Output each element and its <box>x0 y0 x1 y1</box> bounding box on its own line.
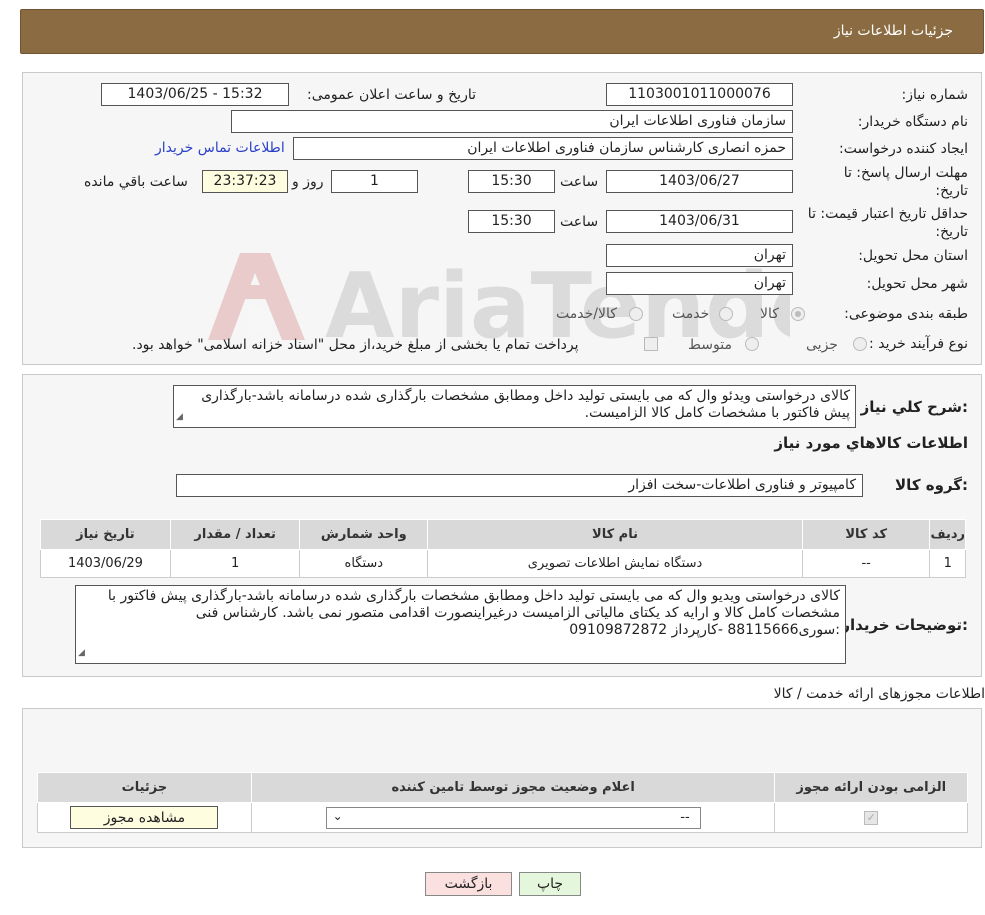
process-medium-label: متوسط <box>688 337 732 353</box>
permit-status-value: -- <box>680 809 690 825</box>
category-goods-radio[interactable] <box>791 307 805 321</box>
table-row: ✓ -- ⌄ مشاهده مجوز <box>37 802 968 833</box>
days-label: روز و <box>292 174 324 190</box>
requester-label: ایجاد کننده درخواست: <box>839 141 968 157</box>
deadline-date-label: تاریخ: <box>935 183 968 199</box>
process-minor-label: جزیی <box>806 337 838 353</box>
col-quantity: تعداد / مقدار <box>169 519 301 550</box>
resize-grip-icon[interactable]: ◢ <box>176 409 183 426</box>
chevron-down-icon: ⌄ <box>332 808 343 823</box>
category-service-label: خدمت <box>672 306 710 322</box>
page-title: جزئیات اطلاعات نیاز <box>833 23 953 39</box>
validity-date-field: 1403/06/31 <box>606 210 793 233</box>
cell-quantity: 1 <box>169 549 301 578</box>
page-header: جزئیات اطلاعات نیاز <box>20 9 984 54</box>
cell-permit-required: ✓ <box>774 802 968 833</box>
view-permit-button[interactable]: مشاهده مجوز <box>70 806 219 829</box>
resize-grip-icon[interactable]: ◢ <box>78 645 85 662</box>
col-unit: واحد شمارش <box>299 519 429 550</box>
goods-info-title: اطلاعات کالاهاي مورد نياز <box>774 434 968 452</box>
province-field: تهران <box>606 244 793 267</box>
buyer-notes-text: کالای درخواستی ویدیو وال که می بایستی تو… <box>107 588 840 638</box>
description-text: کالای درخواستی ویدئو وال که می بایستی تو… <box>201 388 850 421</box>
announce-label: تاریخ و ساعت اعلان عمومی: <box>307 87 476 103</box>
col-code: کد کالا <box>801 519 931 550</box>
city-field: تهران <box>606 272 793 295</box>
buyer-org-label: نام دستگاه خریدار: <box>857 114 968 130</box>
goods-table: رديف کد کالا نام کالا واحد شمارش تعداد /… <box>40 519 966 578</box>
col-permit-status: اعلام وضعیت مجوز توسط تامین کننده <box>250 772 776 803</box>
table-row: 1 -- دستگاه نمایش اطلاعات تصویری دستگاه … <box>40 549 966 578</box>
cell-permit-details: مشاهده مجوز <box>37 802 252 833</box>
payment-note: پرداخت تمام یا بخشی از مبلغ خرید،از محل … <box>132 337 579 353</box>
category-goods-label: کالا <box>760 306 779 322</box>
deadline-time-label: ساعت <box>560 174 599 190</box>
back-button[interactable]: بازگشت <box>425 872 512 896</box>
cell-code: -- <box>801 549 931 578</box>
cell-permit-status: -- ⌄ <box>250 802 776 833</box>
announce-field: 1403/06/25 - 15:32 <box>101 83 289 106</box>
description-label: شرح کلي نياز: <box>860 398 968 416</box>
city-label: شهر محل تحویل: <box>866 276 968 292</box>
buyer-org-field: سازمان فناوری اطلاعات ایران <box>231 110 793 133</box>
category-goods-service-radio[interactable] <box>629 307 643 321</box>
buyer-contact-link[interactable]: اطلاعات تماس خریدار <box>155 140 285 156</box>
validity-label: حداقل تاریخ اعتبار قیمت: تا <box>807 206 968 222</box>
requester-field: حمزه انصاری کارشناس سازمان فناوری اطلاعا… <box>293 137 793 160</box>
need-number-field: 1103001011000076 <box>606 83 793 106</box>
remaining-time-field: 23:37:23 <box>202 170 288 193</box>
col-permit-details: جزئیات <box>37 772 252 803</box>
goods-group-label: گروه کالا: <box>895 476 968 494</box>
process-label: نوع فرآیند خرید : <box>869 336 968 352</box>
buyer-notes-label: توضیحات خریدار: <box>841 616 968 634</box>
buyer-notes-textarea[interactable]: کالای درخواستی ویدیو وال که می بایستی تو… <box>75 585 846 664</box>
remaining-days-field: 1 <box>331 170 418 193</box>
permit-required-checkbox[interactable]: ✓ <box>864 811 879 825</box>
permits-table-header: الزامی بودن ارائه مجوز اعلام وضعیت مجوز … <box>37 772 968 803</box>
need-number-label: شماره نیاز: <box>901 87 969 103</box>
deadline-time-field: 15:30 <box>468 170 555 193</box>
validity-time-label: ساعت <box>560 214 599 230</box>
cell-unit: دستگاه <box>299 549 429 578</box>
validity-date-label: تاریخ: <box>935 224 968 240</box>
cell-name: دستگاه نمایش اطلاعات تصویری <box>427 549 803 578</box>
deadline-date-field: 1403/06/27 <box>606 170 793 193</box>
validity-time-field: 15:30 <box>468 210 555 233</box>
process-minor-radio[interactable] <box>853 337 867 351</box>
permit-status-select[interactable]: -- ⌄ <box>325 806 701 829</box>
deadline-label: مهلت ارسال پاسخ: تا <box>843 165 968 181</box>
process-medium-radio[interactable] <box>745 337 759 351</box>
remaining-label: ساعت باقي مانده <box>84 174 188 190</box>
category-goods-service-label: کالا/خدمت <box>556 306 617 322</box>
col-date: تاريخ نياز <box>40 519 171 550</box>
province-label: استان محل تحویل: <box>858 248 968 264</box>
col-name: نام کالا <box>427 519 803 550</box>
col-row: رديف <box>929 519 966 550</box>
goods-group-field: کامپیوتر و فناوری اطلاعات-سخت افزار <box>176 474 863 497</box>
permits-table: الزامی بودن ارائه مجوز اعلام وضعیت مجوز … <box>37 772 968 833</box>
goods-table-header: رديف کد کالا نام کالا واحد شمارش تعداد /… <box>40 519 966 550</box>
description-textarea[interactable]: کالای درخواستی ویدئو وال که می بایستی تو… <box>173 385 856 428</box>
col-permit-required: الزامی بودن ارائه مجوز <box>774 772 968 803</box>
category-label: طبقه بندی موضوعی: <box>844 306 968 322</box>
category-service-radio[interactable] <box>719 307 733 321</box>
cell-date: 1403/06/29 <box>40 549 171 578</box>
permits-title: اطلاعات مجوزهای ارائه خدمت / کالا <box>773 686 985 702</box>
print-button[interactable]: چاپ <box>519 872 581 896</box>
payment-checkbox[interactable] <box>644 337 658 351</box>
cell-row: 1 <box>929 549 966 578</box>
